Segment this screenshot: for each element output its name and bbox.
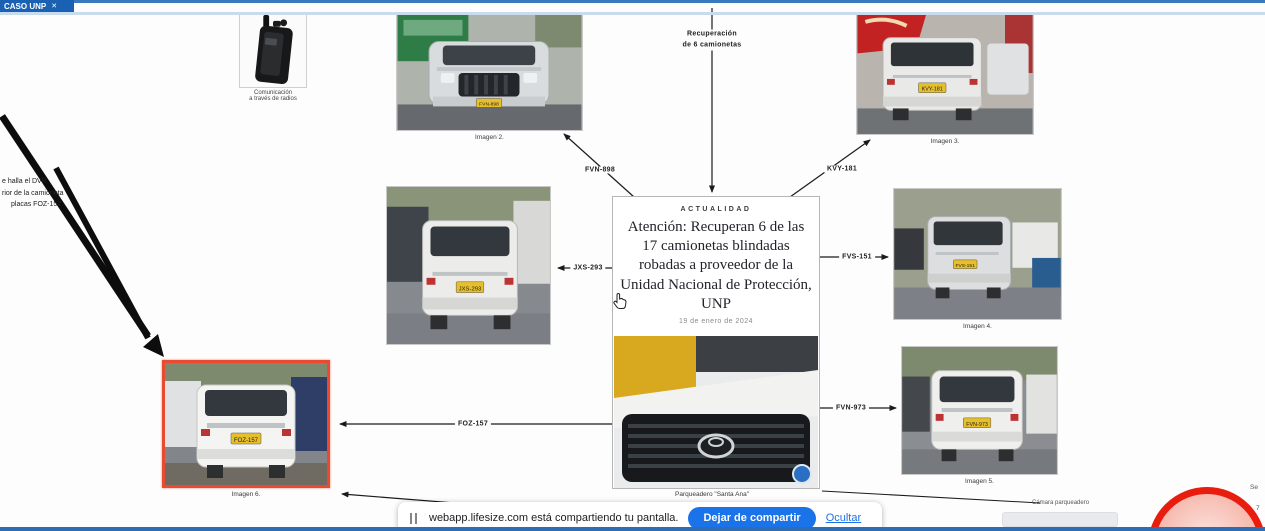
pause-icon — [410, 512, 417, 524]
link-label-fvn898[interactable]: FVN-898 — [581, 166, 619, 174]
tab-caso-unp[interactable]: CASO UNP ✕ — [0, 0, 74, 12]
node-imagen-4[interactable]: FVS-151 Imagen 4. — [893, 188, 1062, 330]
article-title: Atención: Recuperan 6 de las 17 camionet… — [620, 219, 812, 312]
radio-caption-line2: a través de radios — [249, 96, 297, 102]
tab-strip — [0, 12, 1265, 15]
image-caption: Imagen 5. — [965, 478, 994, 485]
bottom-edge-strip — [0, 527, 1265, 531]
imagen-4-photo: FVS-151 — [893, 188, 1062, 320]
window-top-edge — [0, 0, 1265, 3]
link-label-line: de 6 camionetas — [682, 41, 742, 48]
image-caption: Imagen 4. — [963, 323, 992, 330]
link-label-fvn973[interactable]: FVN-973 — [832, 404, 870, 412]
node-radio[interactable]: Comunicación a través de radios — [239, 12, 307, 102]
note-line: e halla el DVR — [2, 178, 47, 185]
radio-icon — [240, 13, 306, 87]
node-imagen-5[interactable]: FVN-973 Imagen 5. — [901, 346, 1058, 485]
svg-text:FVN-973: FVN-973 — [966, 422, 988, 428]
link-label-line: Recuperación — [687, 30, 737, 38]
note-line: rior de la camioneta — [2, 189, 64, 197]
tab-close-icon[interactable]: ✕ — [51, 2, 57, 10]
share-message: webapp.lifesize.com está compartiendo tu… — [429, 512, 679, 524]
imagen-3-photo: KVY-181 — [856, 13, 1034, 135]
svg-text:FOZ-157: FOZ-157 — [234, 438, 259, 444]
image-caption: Imagen 3. — [930, 138, 960, 145]
radio-caption: Comunicación a través de radios — [228, 90, 318, 102]
svg-text:KVY-181: KVY-181 — [922, 87, 943, 93]
link-label-recuperacion[interactable]: Recuperación de 6 camionetas — [679, 29, 745, 51]
edge-fragment-top: Se — [1250, 484, 1258, 491]
link-chart-canvas: CASO UNP ✕ e halla el DVR rior de la cam… — [0, 0, 1265, 531]
image-caption: Imagen 6. — [231, 491, 261, 498]
imagen-6-photo: FOZ-157 — [162, 360, 330, 488]
imagen-2-photo: FVN-898 — [396, 13, 583, 131]
node-imagen-2[interactable]: FVN-898 Imagen 2. — [396, 13, 583, 141]
taskbar-pill — [1002, 512, 1118, 527]
svg-text:FVN-898: FVN-898 — [479, 101, 499, 107]
hide-link[interactable]: Ocultar — [826, 512, 861, 524]
article-caption: Parqueadero "Santa Ana" — [674, 491, 750, 498]
note-line: placas FOZ-157 — [11, 201, 62, 209]
article-tag: ACTUALIDAD — [680, 206, 752, 213]
node-imagen-6-selected[interactable]: FOZ-157 Imagen 6. — [162, 360, 330, 498]
camera-node-caption: Cámara parqueadero — [1032, 500, 1090, 506]
node-imagen-1[interactable]: JXS-293 Imagen 1. — [386, 186, 551, 345]
imagen-5-photo: FVN-973 — [901, 346, 1058, 475]
node-article[interactable]: ACTUALIDAD Atención: Recuperan 6 de las … — [612, 196, 820, 489]
tab-label: CASO UNP — [4, 1, 47, 11]
svg-text:FVS-151: FVS-151 — [956, 263, 976, 269]
svg-text:JXS-293: JXS-293 — [459, 287, 482, 293]
image-caption: Imagen 2. — [475, 134, 504, 141]
imagen-1-photo: JXS-293 — [386, 186, 551, 345]
article-date: 19 de enero de 2024 — [678, 317, 754, 325]
link-label-kvy181[interactable]: KVY-181 — [823, 165, 861, 173]
link-label-jxs293[interactable]: JXS-293 — [570, 264, 606, 272]
edge-fragment-bottom: 7 — [1256, 505, 1260, 512]
node-imagen-3[interactable]: KVY-181 Imagen 3. — [856, 13, 1034, 145]
link-label-fvs151[interactable]: FVS-151 — [839, 253, 875, 261]
link-label-foz157[interactable]: FOZ-157 — [454, 420, 492, 428]
article-photo — [614, 336, 818, 488]
radio-photo — [239, 12, 307, 88]
hand-cursor-icon — [612, 292, 628, 315]
annotation-note: e halla el DVR rior de la camioneta plac… — [2, 176, 63, 211]
